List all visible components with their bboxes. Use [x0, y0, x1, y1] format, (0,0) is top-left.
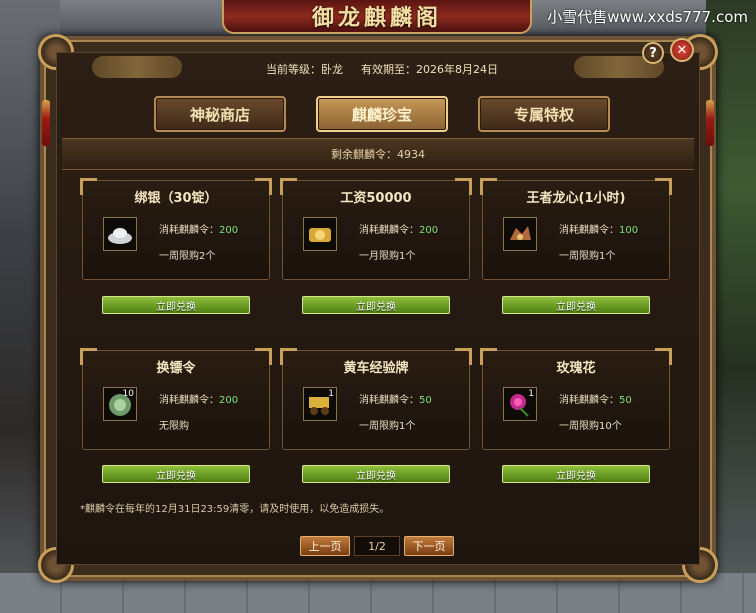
prev-page-button[interactable]: 上一页 [300, 536, 350, 556]
item-cost: 消耗麒麟令：100 [559, 225, 639, 236]
item-cost: 消耗麒麟令：200 [159, 395, 239, 406]
item-count: 1 [528, 389, 534, 399]
item-limit: 一周限购1个 [359, 421, 416, 432]
silver-ingot-icon [108, 228, 132, 244]
item-card: 黄车经验牌 1 消耗麒麟令：50 一周限购1个 [280, 348, 472, 450]
page-indicator: 1/2 [354, 536, 400, 556]
main-panel: ? ✕ 当前等级：卧龙 有效期至：2026年8月24日 神秘商店 麒麟珍宝 专属… [38, 34, 718, 583]
item-limit: 无限购 [159, 421, 189, 432]
item-slot[interactable]: 1 [503, 387, 537, 421]
pagination: 上一页 1/2 下一页 [300, 535, 454, 557]
reset-notice: *麒麟令在每年的12月31日23:59清零，请及时使用，以免造成损失。 [80, 504, 390, 515]
item-name: 绑银（30锭） [134, 191, 218, 206]
item-limit: 一月限购1个 [359, 251, 416, 262]
gold-wage-icon [309, 228, 331, 242]
close-button[interactable]: ✕ [670, 38, 694, 62]
item-cost: 消耗麒麟令：200 [359, 225, 439, 236]
item-slot[interactable]: 10 [103, 387, 137, 421]
item-name: 黄车经验牌 [343, 361, 409, 376]
item-name: 换镖令 [156, 361, 196, 376]
current-level: 当前等级：卧龙 [266, 63, 343, 76]
item-card: 玫瑰花 1 消耗麒麟令：50 一周限购10个 [480, 348, 672, 450]
dragon-heart-icon [510, 226, 531, 240]
item-card: 换镖令 10 消耗麒麟令：200 无限购 [80, 348, 272, 450]
redeem-button[interactable]: 立即兑换 [102, 296, 250, 314]
header-info: 当前等级：卧龙 有效期至：2026年8月24日 [94, 56, 670, 82]
item-cost: 消耗麒麟令：200 [159, 225, 239, 236]
next-page-button[interactable]: 下一页 [404, 536, 454, 556]
page-title: 御龙麒麟阁 [311, 5, 442, 31]
redeem-button[interactable]: 立即兑换 [502, 296, 650, 314]
redeem-button[interactable]: 立即兑换 [502, 465, 650, 483]
tab-qilin-treasure[interactable]: 麒麟珍宝 [316, 96, 448, 132]
item-count: 10 [122, 389, 134, 399]
item-name: 工资50000 [340, 191, 412, 206]
tab-mystery-shop[interactable]: 神秘商店 [154, 96, 286, 132]
item-slot[interactable] [503, 217, 537, 251]
remaining-tokens: 剩余麒麟令：4934 [62, 138, 694, 170]
tassel-right [706, 100, 714, 146]
redeem-button[interactable]: 立即兑换 [302, 465, 450, 483]
item-cost: 消耗麒麟令：50 [359, 395, 432, 406]
expiry-date: 有效期至：2026年8月24日 [361, 63, 498, 76]
item-cost: 消耗麒麟令：50 [559, 395, 632, 406]
tassel-left [42, 100, 50, 146]
item-card: 王者龙心(1小时) 消耗麒麟令：100 一周限购1个 [480, 178, 672, 280]
redeem-button[interactable]: 立即兑换 [102, 465, 250, 483]
item-limit: 一周限购1个 [559, 251, 616, 262]
tab-exclusive-privilege[interactable]: 专属特权 [478, 96, 610, 132]
redeem-button[interactable]: 立即兑换 [302, 296, 450, 314]
item-card: 绑银（30锭） 消耗麒麟令：200 一周限购2个 [80, 178, 272, 280]
item-limit: 一周限购2个 [159, 251, 216, 262]
tab-bar: 神秘商店 麒麟珍宝 专属特权 [154, 96, 610, 134]
item-slot[interactable] [303, 217, 337, 251]
title-plaque: 御龙麒麟阁 [222, 0, 532, 34]
item-card: 工资50000 消耗麒麟令：200 一月限购1个 [280, 178, 472, 280]
item-slot[interactable]: 1 [303, 387, 337, 421]
watermark-text: 小雪代售www.xxds777.com [547, 8, 748, 26]
item-count: 1 [328, 389, 334, 399]
item-name: 王者龙心(1小时) [526, 191, 626, 206]
item-slot[interactable] [103, 217, 137, 251]
item-name: 玫瑰花 [556, 361, 596, 376]
item-limit: 一周限购10个 [559, 421, 622, 432]
